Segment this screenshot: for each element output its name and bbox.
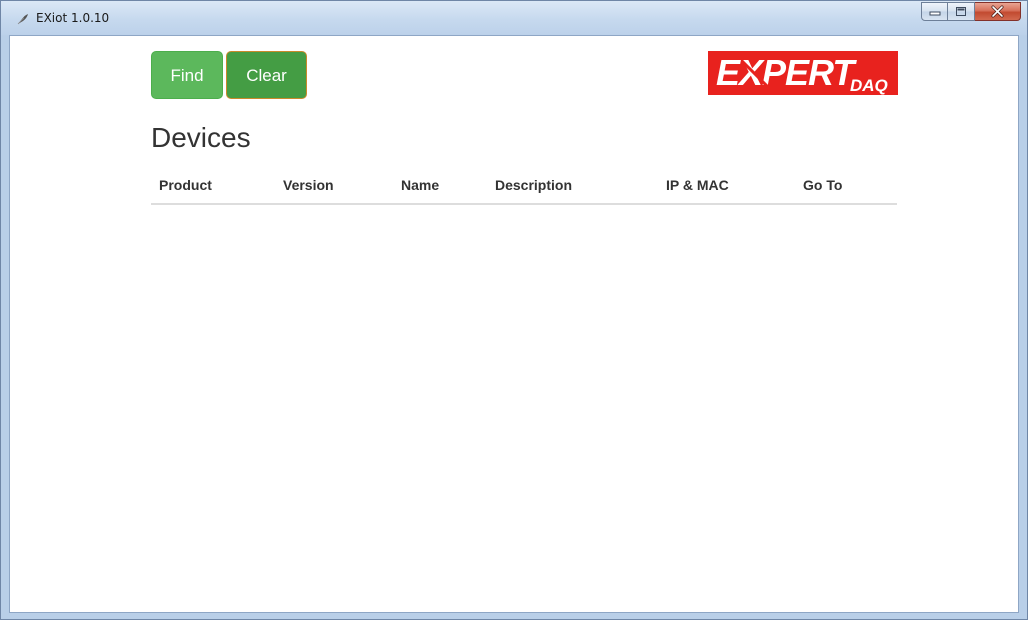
logo-graphic: EXPERT DAQ xyxy=(716,52,888,95)
minimize-icon xyxy=(929,11,941,16)
column-header-go-to[interactable]: Go To xyxy=(803,177,842,193)
close-icon xyxy=(991,5,1004,18)
column-header-version[interactable]: Version xyxy=(283,177,334,193)
column-header-ip-mac[interactable]: IP & MAC xyxy=(666,177,729,193)
close-button[interactable] xyxy=(975,2,1021,21)
window-controls xyxy=(921,2,1021,21)
maximize-button[interactable] xyxy=(948,2,975,21)
minimize-button[interactable] xyxy=(921,2,948,21)
window-title: EXiot 1.0.10 xyxy=(36,11,110,25)
find-button[interactable]: Find xyxy=(151,51,223,99)
feather-icon xyxy=(17,14,28,25)
app-content: Find Clear EXPERT DAQ Devices Product Ve… xyxy=(9,35,1019,613)
column-header-product[interactable]: Product xyxy=(159,177,212,193)
svg-text:EXPERT: EXPERT xyxy=(716,52,857,93)
column-header-name[interactable]: Name xyxy=(401,177,439,193)
devices-table-header: Product Version Name Description IP & MA… xyxy=(151,167,897,205)
page-title: Devices xyxy=(151,122,251,153)
maximize-icon xyxy=(956,7,966,16)
app-window: EXiot 1.0.10 Find Clear EXPERT DAQ Devic… xyxy=(0,0,1028,620)
title-bar[interactable]: EXiot 1.0.10 xyxy=(1,1,1027,35)
column-header-description[interactable]: Description xyxy=(495,177,572,193)
svg-text:DAQ: DAQ xyxy=(850,76,888,95)
clear-button[interactable]: Clear xyxy=(226,51,307,99)
expert-daq-logo: EXPERT DAQ xyxy=(708,51,898,95)
